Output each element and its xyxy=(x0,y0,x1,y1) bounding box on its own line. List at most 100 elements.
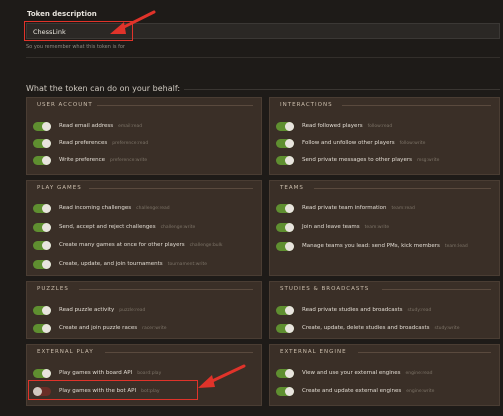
permission-scope: team:lead xyxy=(444,243,468,249)
toggle-racer-write[interactable] xyxy=(33,323,51,333)
permission-row[interactable]: Read followed players follow:read xyxy=(276,120,392,132)
permission-row[interactable]: Read private team information team:read xyxy=(276,202,415,214)
toggle-team-lead[interactable] xyxy=(276,241,294,251)
permission-scope: challenge:bulk xyxy=(189,242,223,248)
permission-label: Write preference xyxy=(59,157,106,163)
divider xyxy=(358,352,491,353)
card-title: USER ACCOUNT xyxy=(37,102,93,108)
toggle-challenge-read[interactable] xyxy=(33,203,51,213)
permission-row[interactable]: Write preference preference:write xyxy=(33,154,147,166)
card-interactions: INTERACTIONS Read followed players follo… xyxy=(269,97,500,175)
permission-label: Read email address xyxy=(59,123,114,129)
toggle-challenge-write[interactable] xyxy=(33,222,51,232)
card-title: PUZZLES xyxy=(37,286,69,292)
card-title: EXTERNAL PLAY xyxy=(37,349,94,355)
permission-row[interactable]: Send, accept and reject challenges chall… xyxy=(33,221,195,233)
permission-row[interactable]: View and use your external engines engin… xyxy=(276,367,433,379)
permission-row[interactable]: Manage teams you lead: send PMs, kick me… xyxy=(276,240,468,252)
divider xyxy=(342,105,491,106)
permission-label: Play games with board API xyxy=(59,370,133,376)
toggle-team-read[interactable] xyxy=(276,203,294,213)
permission-scope: study:write xyxy=(434,325,460,331)
permission-scope: follow:read xyxy=(367,123,393,129)
token-create-page: Token description ChessLink So you remem… xyxy=(0,0,503,416)
permission-label: Join and leave teams xyxy=(302,224,360,230)
permission-scope: racer:write xyxy=(142,325,167,331)
card-title: STUDIES & BROADCASTS xyxy=(280,286,370,292)
toggle-tournament-write[interactable] xyxy=(33,259,51,269)
toggle-challenge-bulk[interactable] xyxy=(33,240,51,250)
permission-row[interactable]: Create and update external engines engin… xyxy=(276,385,434,397)
card-puzzles: PUZZLES Read puzzle activity puzzle:read… xyxy=(26,281,262,339)
permission-scope: team:read xyxy=(391,205,415,211)
permission-label: View and use your external engines xyxy=(302,370,401,376)
card-teams: TEAMS Read private team information team… xyxy=(269,180,500,276)
toggle-follow-read[interactable] xyxy=(276,121,294,131)
permission-row[interactable]: Read preferences preference:read xyxy=(33,137,148,149)
permission-row[interactable]: Join and leave teams team:write xyxy=(276,221,389,233)
token-description-hint: So you remember what this token is for xyxy=(26,44,125,50)
toggle-board-play[interactable] xyxy=(33,368,51,378)
permission-row[interactable]: Create many games at once for other play… xyxy=(33,239,223,251)
toggle-follow-write[interactable] xyxy=(276,138,294,148)
permission-scope: challenge:write xyxy=(160,224,196,230)
permission-label: Read private studies and broadcasts xyxy=(302,307,403,313)
permission-scope: engine:write xyxy=(406,388,435,394)
permission-label: Create and join puzzle races xyxy=(59,325,138,331)
permission-label: Create and update external engines xyxy=(302,388,402,394)
permission-row[interactable]: Create and join puzzle races racer:write xyxy=(33,322,167,334)
permission-row[interactable]: Read incoming challenges challenge:read xyxy=(33,202,170,214)
permission-label: Create, update, and join tournaments xyxy=(59,261,163,267)
annotation-arrow-icon xyxy=(110,10,156,34)
permission-scope: puzzle:read xyxy=(119,307,146,313)
card-title: INTERACTIONS xyxy=(280,102,333,108)
toggle-msg-write[interactable] xyxy=(276,155,294,165)
permission-label: Create many games at once for other play… xyxy=(59,242,185,248)
card-studies-broadcasts: STUDIES & BROADCASTS Read private studie… xyxy=(269,281,500,339)
divider xyxy=(382,289,491,290)
permission-scope: tournament:write xyxy=(167,261,208,267)
toggle-study-write[interactable] xyxy=(276,323,294,333)
permission-label: Read preferences xyxy=(59,140,108,146)
toggle-puzzle-read[interactable] xyxy=(33,305,51,315)
card-user-account: USER ACCOUNT Read email address email:re… xyxy=(26,97,262,175)
permission-label: Read incoming challenges xyxy=(59,205,132,211)
card-play-games: PLAY GAMES Read incoming challenges chal… xyxy=(26,180,262,276)
divider xyxy=(97,105,253,106)
permission-row[interactable]: Play games with board API board:play xyxy=(33,367,161,379)
toggle-team-write[interactable] xyxy=(276,222,294,232)
permission-row[interactable]: Follow and unfollow other players follow… xyxy=(276,137,425,149)
divider xyxy=(89,188,253,189)
toggle-preference-read[interactable] xyxy=(33,138,51,148)
permission-label: Send, accept and reject challenges xyxy=(59,224,156,230)
permission-row[interactable]: Create, update, delete studies and broad… xyxy=(276,322,459,334)
permission-scope: preference:read xyxy=(112,140,149,146)
card-title: EXTERNAL ENGINE xyxy=(280,349,347,355)
permission-scope: email:read xyxy=(118,123,143,129)
toggle-preference-write[interactable] xyxy=(33,155,51,165)
toggle-engine-read[interactable] xyxy=(276,368,294,378)
card-external-engine: EXTERNAL ENGINE View and use your extern… xyxy=(269,344,500,406)
permission-scope: follow:write xyxy=(399,140,426,146)
permission-row[interactable]: Read puzzle activity puzzle:read xyxy=(33,304,145,316)
permission-scope: msg:write xyxy=(416,157,440,163)
card-title: PLAY GAMES xyxy=(37,185,82,191)
toggle-email-read[interactable] xyxy=(33,121,51,131)
toggle-engine-write[interactable] xyxy=(276,386,294,396)
permission-row[interactable]: Read private studies and broadcasts stud… xyxy=(276,304,431,316)
permission-label: Read followed players xyxy=(302,123,363,129)
permission-scope: engine:read xyxy=(405,370,433,376)
permission-scope: study:read xyxy=(407,307,432,313)
permission-scope: preference:write xyxy=(110,157,148,163)
permission-label: Read private team information xyxy=(302,205,387,211)
permissions-title: What the token can do on your behalf: xyxy=(26,84,181,93)
permission-row[interactable]: Create, update, and join tournaments tou… xyxy=(33,258,207,270)
toggle-study-read[interactable] xyxy=(276,305,294,315)
permission-label: Create, update, delete studies and broad… xyxy=(302,325,430,331)
permission-row[interactable]: Send private messages to other players m… xyxy=(276,154,439,166)
permission-scope: team:write xyxy=(364,224,390,230)
permission-row[interactable]: Read email address email:read xyxy=(33,120,142,132)
token-description-label: Token description xyxy=(27,10,97,18)
permission-label: Send private messages to other players xyxy=(302,157,412,163)
divider xyxy=(314,188,491,189)
